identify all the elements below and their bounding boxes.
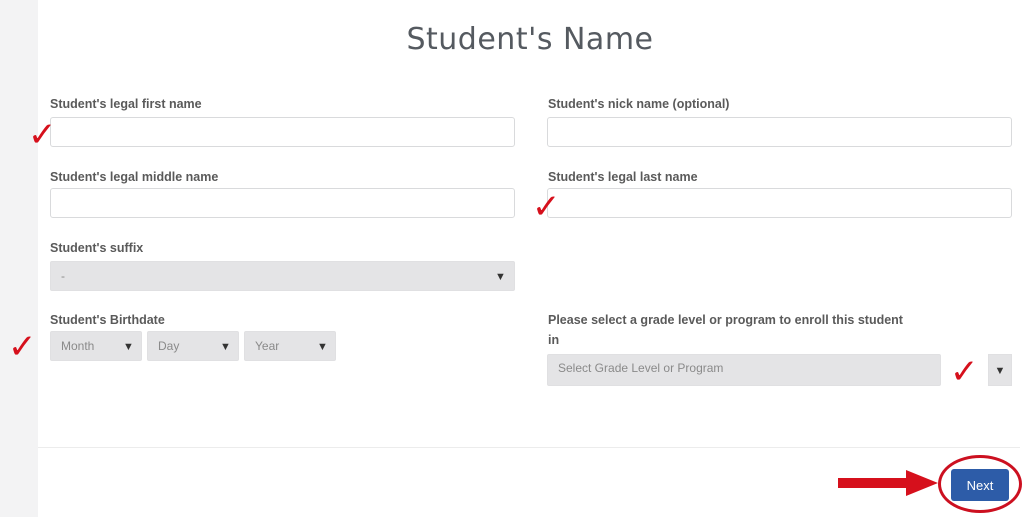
- grade-dropdown-toggle[interactable]: ▼: [988, 354, 1012, 386]
- birth-year-select[interactable]: Year ▼: [244, 331, 336, 361]
- grade-label-line2: in: [548, 333, 560, 347]
- grade-level-select[interactable]: Select Grade Level or Program: [547, 354, 941, 386]
- chevron-down-icon: ▼: [994, 365, 1006, 377]
- nick-name-label: Student's nick name (optional): [548, 97, 730, 111]
- middle-name-label: Student's legal middle name: [50, 170, 219, 184]
- check-mark-icon: ✓: [532, 187, 561, 227]
- chevron-down-icon: ▼: [123, 341, 134, 353]
- birth-day-value: Day: [158, 339, 180, 353]
- grade-label-line1: Please select a grade level or program t…: [548, 313, 903, 327]
- check-mark-icon: ✓: [28, 115, 57, 155]
- last-name-input[interactable]: [547, 188, 1012, 218]
- footer-divider: [38, 447, 1020, 448]
- chevron-down-icon: ▼: [317, 341, 328, 353]
- chevron-down-icon: ▼: [220, 341, 231, 353]
- birth-month-select[interactable]: Month ▼: [50, 331, 142, 361]
- nick-name-input[interactable]: [547, 117, 1012, 147]
- grade-selected-value: Select Grade Level or Program: [558, 361, 724, 375]
- left-sidebar-strip: [0, 0, 38, 517]
- suffix-selected-value: -: [61, 269, 65, 283]
- page-title: Student's Name: [406, 22, 654, 57]
- check-mark-icon: ✓: [8, 327, 37, 367]
- last-name-label: Student's legal last name: [548, 170, 698, 184]
- first-name-input[interactable]: [50, 117, 515, 147]
- arrow-right-icon: [838, 470, 938, 496]
- first-name-label: Student's legal first name: [50, 97, 202, 111]
- birth-day-select[interactable]: Day ▼: [147, 331, 239, 361]
- middle-name-input[interactable]: [50, 188, 515, 218]
- highlight-circle: [938, 455, 1022, 513]
- check-mark-icon: ✓: [950, 352, 979, 392]
- birth-month-value: Month: [61, 339, 95, 353]
- birth-year-value: Year: [255, 339, 280, 353]
- chevron-down-icon: ▼: [495, 271, 506, 283]
- suffix-select[interactable]: - ▼: [50, 261, 515, 291]
- suffix-label: Student's suffix: [50, 241, 144, 255]
- birthdate-label: Student's Birthdate: [50, 313, 165, 327]
